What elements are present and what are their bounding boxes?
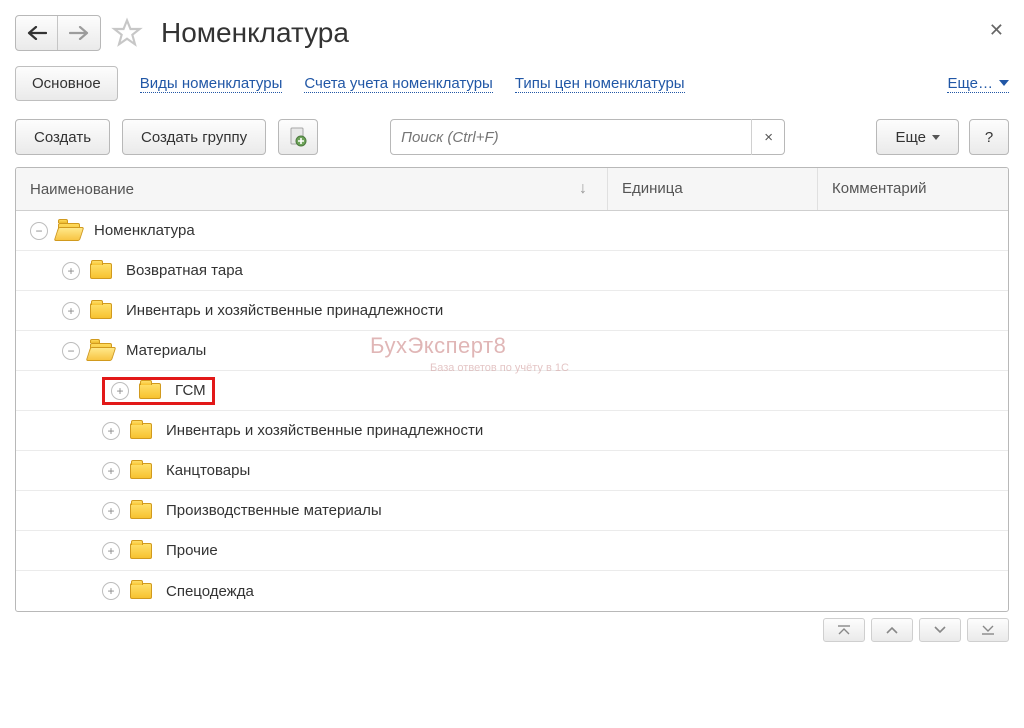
chevron-down-icon xyxy=(932,135,940,140)
folder-icon xyxy=(130,583,152,599)
tab-main[interactable]: Основное xyxy=(15,66,118,101)
list-navigation xyxy=(15,618,1009,642)
scroll-bottom-button[interactable] xyxy=(967,618,1009,642)
row-label: Материалы xyxy=(126,342,206,359)
folder-icon xyxy=(139,383,161,399)
tree-row[interactable]: + Инвентарь и хозяйственные принадлежнос… xyxy=(16,411,1008,451)
link-account-nomenclature[interactable]: Счета учета номенклатуры xyxy=(304,75,492,93)
scroll-bottom-icon xyxy=(982,625,994,635)
collapse-toggle[interactable]: − xyxy=(62,342,80,360)
row-label: Спецодежда xyxy=(166,583,254,600)
expand-toggle[interactable]: + xyxy=(62,262,80,280)
print-button[interactable] xyxy=(278,119,318,155)
folder-open-icon xyxy=(58,223,80,239)
tree-row[interactable]: + Спецодежда xyxy=(16,571,1008,611)
more-button[interactable]: Еще xyxy=(876,119,959,155)
document-icon xyxy=(289,127,307,147)
search-clear-button[interactable]: × xyxy=(751,119,785,155)
link-nomenclature-types[interactable]: Виды номенклатуры xyxy=(140,75,283,93)
expand-toggle[interactable]: + xyxy=(102,422,120,440)
tree-row-highlighted[interactable]: + ГСМ xyxy=(16,371,1008,411)
column-comment[interactable]: Комментарий xyxy=(818,168,1008,210)
column-unit[interactable]: Единица xyxy=(608,168,818,210)
row-label: Инвентарь и хозяйственные принадлежности xyxy=(166,422,483,439)
help-button[interactable]: ? xyxy=(969,119,1009,155)
tree-row[interactable]: + Производственные материалы xyxy=(16,491,1008,531)
row-label: Прочие xyxy=(166,542,218,559)
close-button[interactable]: ✕ xyxy=(989,20,1004,41)
scroll-top-button[interactable] xyxy=(823,618,865,642)
folder-icon xyxy=(130,463,152,479)
expand-toggle[interactable]: + xyxy=(102,582,120,600)
scroll-up-button[interactable] xyxy=(871,618,913,642)
tree-row[interactable]: + Канцтовары xyxy=(16,451,1008,491)
nav-forward-button[interactable] xyxy=(58,16,100,50)
folder-icon xyxy=(90,263,112,279)
more-button-label: Еще xyxy=(895,129,926,146)
expand-toggle[interactable]: + xyxy=(62,302,80,320)
search-input[interactable] xyxy=(390,119,785,155)
row-label: Возвратная тара xyxy=(126,262,243,279)
arrow-left-icon xyxy=(27,26,47,40)
arrow-right-icon xyxy=(69,26,89,40)
sort-arrow-icon: ↓ xyxy=(579,180,593,198)
highlight-box: + ГСМ xyxy=(102,377,215,405)
folder-icon xyxy=(130,543,152,559)
tree-row[interactable]: + Инвентарь и хозяйственные принадлежнос… xyxy=(16,291,1008,331)
create-group-button[interactable]: Создать группу xyxy=(122,119,266,155)
favorite-star-icon[interactable] xyxy=(111,17,143,49)
link-more-label: Еще… xyxy=(947,75,993,92)
link-more[interactable]: Еще… xyxy=(947,75,1009,93)
link-price-types[interactable]: Типы цен номенклатуры xyxy=(515,75,685,93)
folder-icon xyxy=(130,423,152,439)
collapse-toggle[interactable]: − xyxy=(30,222,48,240)
row-label: ГСМ xyxy=(175,382,206,399)
folder-icon xyxy=(130,503,152,519)
expand-toggle[interactable]: + xyxy=(102,462,120,480)
tree-row[interactable]: + Возвратная тара xyxy=(16,251,1008,291)
create-button[interactable]: Создать xyxy=(15,119,110,155)
column-name[interactable]: Наименование ↓ xyxy=(16,168,608,210)
nav-back-button[interactable] xyxy=(16,16,58,50)
scroll-top-icon xyxy=(838,625,850,635)
tree-row[interactable]: − Материалы xyxy=(16,331,1008,371)
row-label: Инвентарь и хозяйственные принадлежности xyxy=(126,302,443,319)
chevron-down-icon xyxy=(934,626,946,634)
folder-open-icon xyxy=(90,343,112,359)
expand-toggle[interactable]: + xyxy=(102,502,120,520)
chevron-up-icon xyxy=(886,626,898,634)
chevron-down-icon xyxy=(999,80,1009,86)
scroll-down-button[interactable] xyxy=(919,618,961,642)
expand-toggle[interactable]: + xyxy=(102,542,120,560)
row-label: Номенклатура xyxy=(94,222,195,239)
nav-group xyxy=(15,15,101,51)
page-title: Номенклатура xyxy=(161,17,349,49)
row-label: Производственные материалы xyxy=(166,502,382,519)
expand-toggle[interactable]: + xyxy=(111,382,129,400)
tree-row[interactable]: + Прочие xyxy=(16,531,1008,571)
tree-table: Наименование ↓ Единица Комментарий − Ном… xyxy=(15,167,1009,612)
tree-row[interactable]: − Номенклатура xyxy=(16,211,1008,251)
row-label: Канцтовары xyxy=(166,462,250,479)
table-header: Наименование ↓ Единица Комментарий xyxy=(16,168,1008,211)
folder-icon xyxy=(90,303,112,319)
